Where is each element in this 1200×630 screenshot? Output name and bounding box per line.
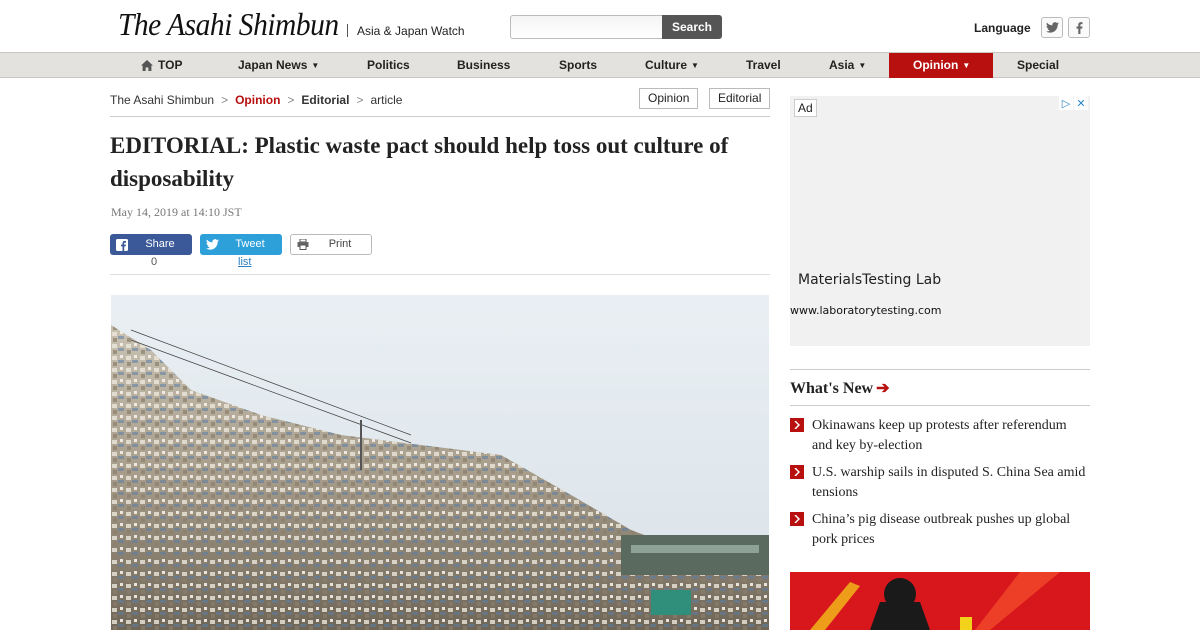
twitter-icon: [200, 234, 224, 255]
breadcrumb-separator: >: [287, 92, 295, 107]
news-item-title[interactable]: China’s pig disease outbreak pushes up g…: [812, 510, 1090, 550]
article-date: May 14, 2019 at 14:10 JST: [111, 205, 242, 219]
caret-down-icon: ▼: [858, 61, 867, 70]
news-item[interactable]: China’s pig disease outbreak pushes up g…: [790, 510, 1090, 550]
nav-opinion[interactable]: Opinion ▼: [889, 53, 993, 78]
news-item[interactable]: U.S. warship sails in disputed S. China …: [790, 463, 1090, 503]
chevron-right-icon: [790, 418, 804, 432]
breadcrumb-opinion[interactable]: Opinion: [235, 93, 280, 107]
site-header: The Asahi Shimbun Asia & Japan Watch Sea…: [0, 0, 1200, 52]
search-input[interactable]: [510, 15, 663, 39]
language-link[interactable]: Language: [974, 21, 1031, 35]
caret-down-icon: ▼: [962, 61, 971, 70]
printer-icon: [291, 234, 315, 255]
ad-controls: ▷ ✕: [1059, 96, 1088, 110]
nav-top[interactable]: TOP: [141, 53, 182, 78]
breadcrumb-separator: >: [356, 92, 364, 107]
twitter-icon[interactable]: [1041, 17, 1063, 38]
divider: [110, 274, 770, 275]
search-button[interactable]: Search: [662, 15, 722, 39]
tweet-list-link[interactable]: list: [238, 256, 251, 268]
nav-japan-news[interactable]: Japan News ▼: [238, 53, 319, 78]
arrow-right-icon: ➔: [876, 380, 890, 397]
nav-sports[interactable]: Sports: [559, 53, 597, 78]
breadcrumb: The Asahi Shimbun > Opinion > Editorial > arti…: [110, 92, 402, 107]
facebook-icon[interactable]: [1068, 17, 1090, 38]
breadcrumb-separator: >: [221, 92, 229, 107]
article-title: EDITORIAL: Plastic waste pact should hel…: [110, 133, 729, 191]
site-logo[interactable]: The Asahi Shimbun: [118, 6, 339, 43]
chevron-right-icon: [790, 512, 804, 526]
nav-culture[interactable]: Culture ▼: [645, 53, 699, 78]
facebook-share-button[interactable]: Share: [110, 234, 192, 255]
tag-opinion[interactable]: Opinion: [639, 88, 699, 109]
tweet-button[interactable]: Tweet: [200, 234, 282, 255]
caret-down-icon: ▼: [691, 61, 699, 70]
whats-new-heading[interactable]: What's New ➔: [790, 378, 890, 398]
close-icon[interactable]: ✕: [1074, 96, 1088, 110]
print-button[interactable]: Print: [290, 234, 372, 255]
news-item-title[interactable]: U.S. warship sails in disputed S. China …: [812, 463, 1090, 503]
nav-asia[interactable]: Asia ▼: [829, 53, 866, 78]
main-nav: TOP Japan News ▼ Politics Business Sports…: [0, 52, 1200, 78]
nav-special[interactable]: Special: [1017, 53, 1059, 78]
divider: [790, 369, 1090, 370]
nav-travel[interactable]: Travel: [746, 53, 781, 78]
share-count: 0: [151, 256, 158, 268]
home-icon: [141, 60, 153, 71]
promo-banner[interactable]: [790, 572, 1090, 630]
ad-badge: Ad: [794, 99, 817, 117]
adchoices-icon[interactable]: ▷: [1059, 96, 1073, 110]
caret-down-icon: ▼: [311, 61, 320, 70]
facebook-icon: [110, 234, 134, 255]
nav-politics[interactable]: Politics: [367, 53, 410, 78]
chevron-right-icon: [790, 465, 804, 479]
ad-url[interactable]: www.laboratorytesting.com: [790, 304, 941, 317]
logo-divider: [347, 24, 348, 37]
breadcrumb-editorial[interactable]: Editorial: [301, 93, 349, 107]
advertisement[interactable]: Ad ▷ ✕ MaterialsTesting Lab www.laborato…: [790, 96, 1090, 346]
nav-business[interactable]: Business: [457, 53, 510, 78]
article-photo: [111, 295, 769, 630]
divider: [110, 116, 770, 117]
news-item-title[interactable]: Okinawans keep up protests after referen…: [812, 416, 1090, 456]
divider: [790, 405, 1090, 406]
ad-title[interactable]: MaterialsTesting Lab: [798, 272, 941, 288]
breadcrumb-current: article: [370, 92, 403, 107]
breadcrumb-home[interactable]: The Asahi Shimbun: [110, 93, 214, 107]
tag-editorial[interactable]: Editorial: [709, 88, 771, 109]
news-item[interactable]: Okinawans keep up protests after referen…: [790, 416, 1090, 456]
site-subtitle: Asia & Japan Watch: [357, 24, 465, 38]
